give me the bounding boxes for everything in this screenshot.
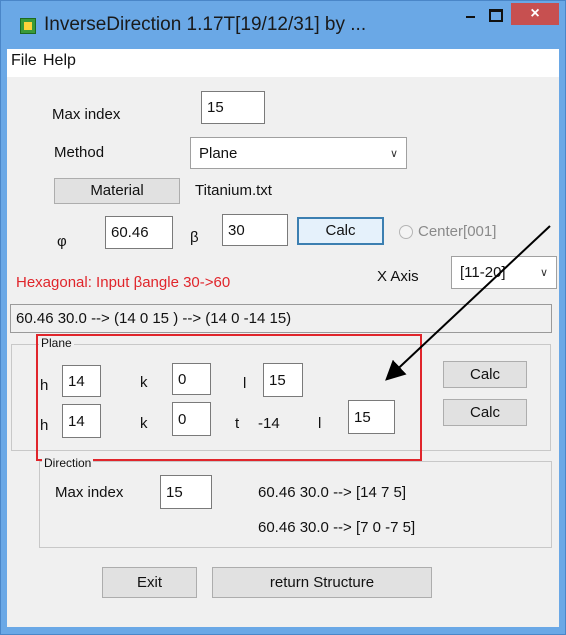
arrow-annotation-icon [385, 225, 551, 381]
